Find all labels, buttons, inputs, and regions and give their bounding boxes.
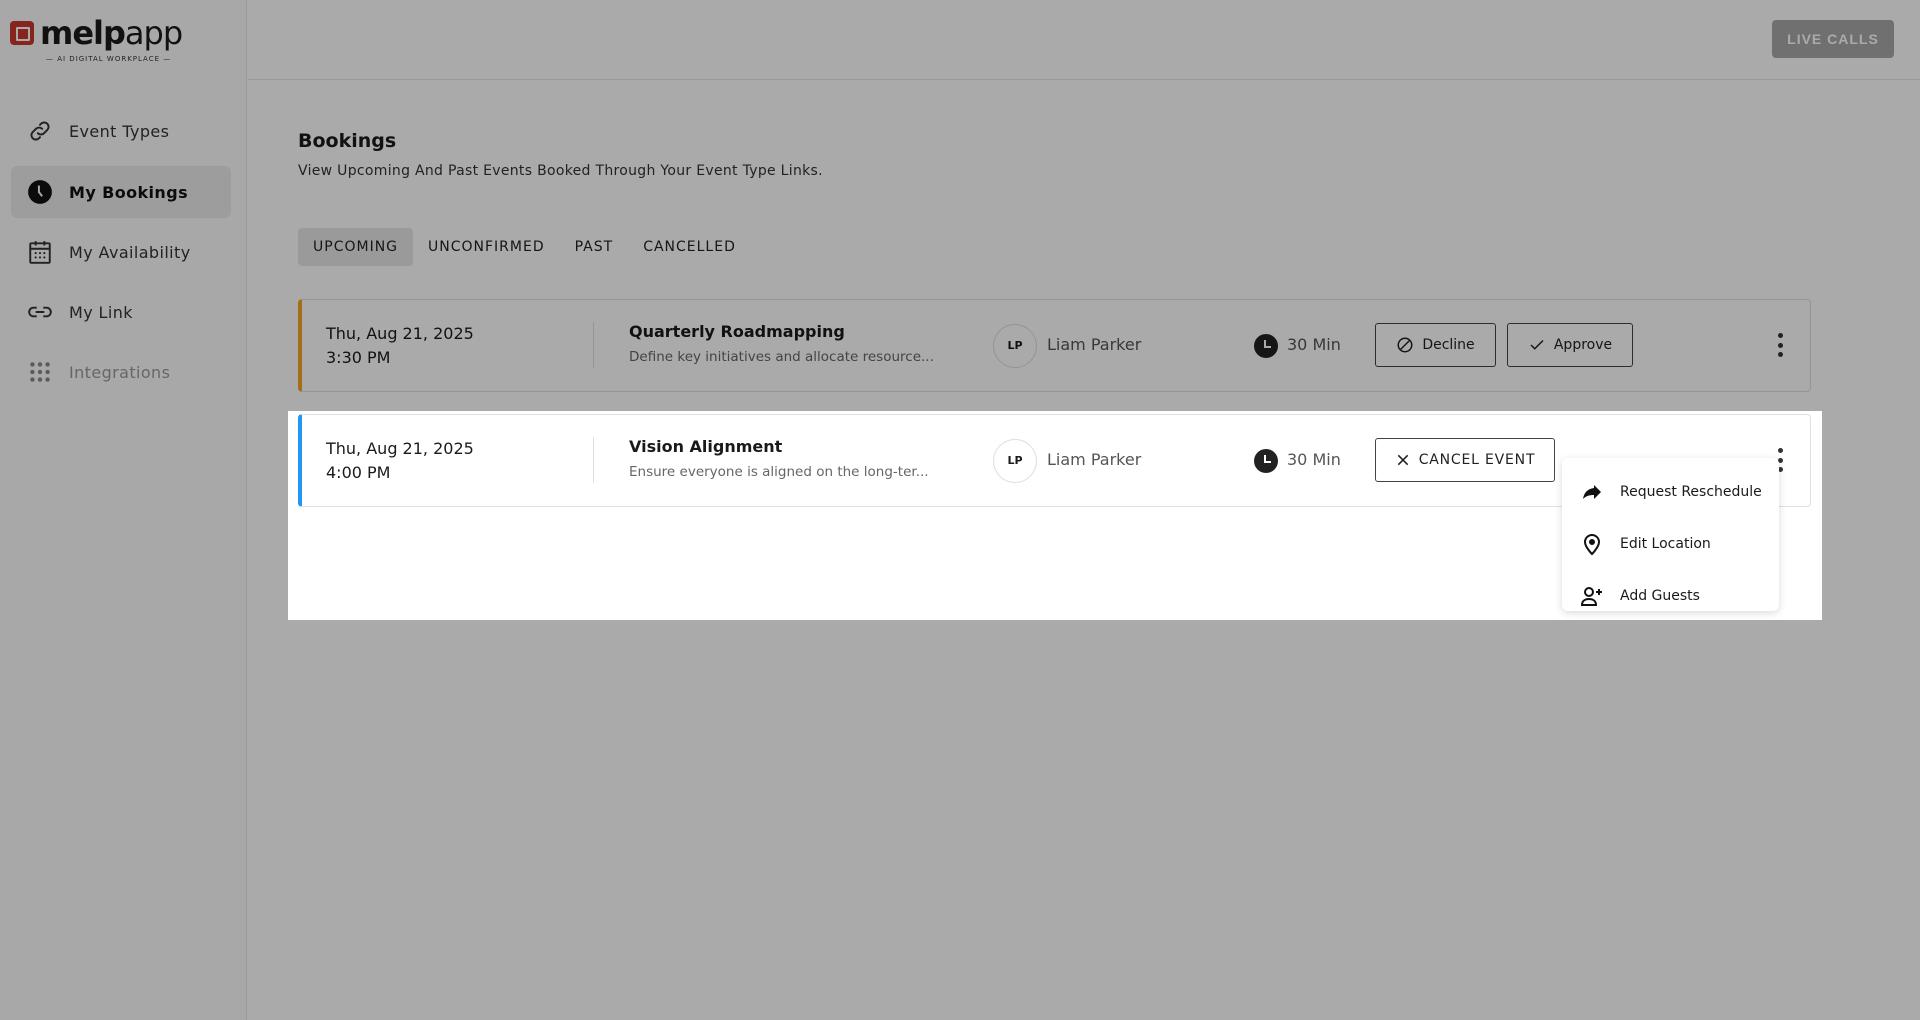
sidebar: melpapp — AI DIGITAL WORKPLACE — Event T… xyxy=(0,0,247,1020)
divider xyxy=(593,322,594,368)
check-icon xyxy=(1528,336,1546,354)
grid-icon xyxy=(27,359,53,385)
logo-tagline: — AI DIGITAL WORKPLACE — xyxy=(46,55,171,63)
menu-item-label: Edit Location xyxy=(1620,536,1711,552)
menu-item-add-guests[interactable]: Add Guests xyxy=(1562,570,1779,622)
booking-title: Quarterly Roadmapping xyxy=(629,322,845,341)
calendar-icon xyxy=(27,239,53,265)
avatar: LP xyxy=(993,439,1037,483)
booking-options-menu: Request Reschedule Edit Location Add Gue… xyxy=(1562,458,1779,611)
logo-name-bold: melp xyxy=(40,14,125,52)
sidebar-item-my-link[interactable]: My Link xyxy=(11,286,231,338)
cancel-event-button[interactable]: CANCEL EVENT xyxy=(1375,438,1555,482)
sidebar-item-event-types[interactable]: Event Types xyxy=(11,105,231,157)
sidebar-item-label: My Bookings xyxy=(69,183,188,202)
clock-icon xyxy=(1254,449,1278,473)
approve-label: Approve xyxy=(1554,337,1612,353)
tab-upcoming[interactable]: UPCOMING xyxy=(298,228,413,266)
menu-item-edit-location[interactable]: Edit Location xyxy=(1562,518,1779,570)
tab-cancelled[interactable]: CANCELLED xyxy=(628,228,751,266)
divider xyxy=(593,437,594,483)
location-pin-icon xyxy=(1580,532,1604,556)
sidebar-item-label: Integrations xyxy=(69,363,170,382)
duration: 30 Min xyxy=(1287,335,1341,354)
booking-time: 3:30 PM xyxy=(326,346,474,370)
close-icon xyxy=(1395,452,1411,468)
tab-unconfirmed[interactable]: UNCONFIRMED xyxy=(413,228,560,266)
live-calls-button[interactable]: LIVE CALLS xyxy=(1772,20,1894,58)
tab-past[interactable]: PAST xyxy=(560,228,629,266)
melpapp-logo: melpapp xyxy=(10,14,182,52)
clock-icon xyxy=(1254,334,1278,358)
booking-date: Thu, Aug 21, 2025 xyxy=(326,437,474,461)
logo-name-light: app xyxy=(125,14,182,52)
decline-button[interactable]: Decline xyxy=(1375,323,1496,367)
sidebar-item-my-availability[interactable]: My Availability xyxy=(11,226,231,278)
decline-label: Decline xyxy=(1422,337,1474,353)
page-title: Bookings xyxy=(298,130,396,152)
cancel-event-label: CANCEL EVENT xyxy=(1419,452,1536,468)
menu-item-label: Add Guests xyxy=(1620,588,1700,604)
menu-item-request-reschedule[interactable]: Request Reschedule xyxy=(1562,466,1779,518)
booking-description: Define key initiatives and allocate reso… xyxy=(629,349,934,365)
sidebar-item-integrations[interactable]: Integrations xyxy=(11,346,231,398)
sidebar-item-label: Event Types xyxy=(69,122,169,141)
top-header: LIVE CALLS xyxy=(248,0,1920,80)
approve-button[interactable]: Approve xyxy=(1507,323,1633,367)
booking-description: Ensure everyone is aligned on the long-t… xyxy=(629,464,929,480)
sidebar-item-label: My Availability xyxy=(69,243,191,262)
booking-card: Thu, Aug 21, 20253:30 PM Quarterly Roadm… xyxy=(298,299,1811,392)
page-subtitle: View Upcoming And Past Events Booked Thr… xyxy=(298,163,823,179)
duration: 30 Min xyxy=(1287,450,1341,469)
logo-icon xyxy=(10,21,34,45)
sidebar-item-label: My Link xyxy=(69,303,133,322)
booking-time: 4:00 PM xyxy=(326,461,474,485)
avatar: LP xyxy=(993,324,1037,368)
link-icon xyxy=(27,299,53,325)
booking-tabs: UPCOMING UNCONFIRMED PAST CANCELLED xyxy=(298,228,751,266)
booking-title: Vision Alignment xyxy=(629,437,782,456)
booking-date: Thu, Aug 21, 2025 xyxy=(326,322,474,346)
ban-icon xyxy=(1396,336,1414,354)
host-name: Liam Parker xyxy=(1047,335,1141,354)
more-options-icon[interactable] xyxy=(1774,333,1786,357)
host-name: Liam Parker xyxy=(1047,450,1141,469)
menu-item-label: Request Reschedule xyxy=(1620,484,1762,500)
add-user-icon xyxy=(1580,584,1604,608)
link-icon xyxy=(27,118,53,144)
clock-icon xyxy=(27,179,53,205)
share-arrow-icon xyxy=(1580,480,1604,504)
sidebar-item-my-bookings[interactable]: My Bookings xyxy=(11,166,231,218)
